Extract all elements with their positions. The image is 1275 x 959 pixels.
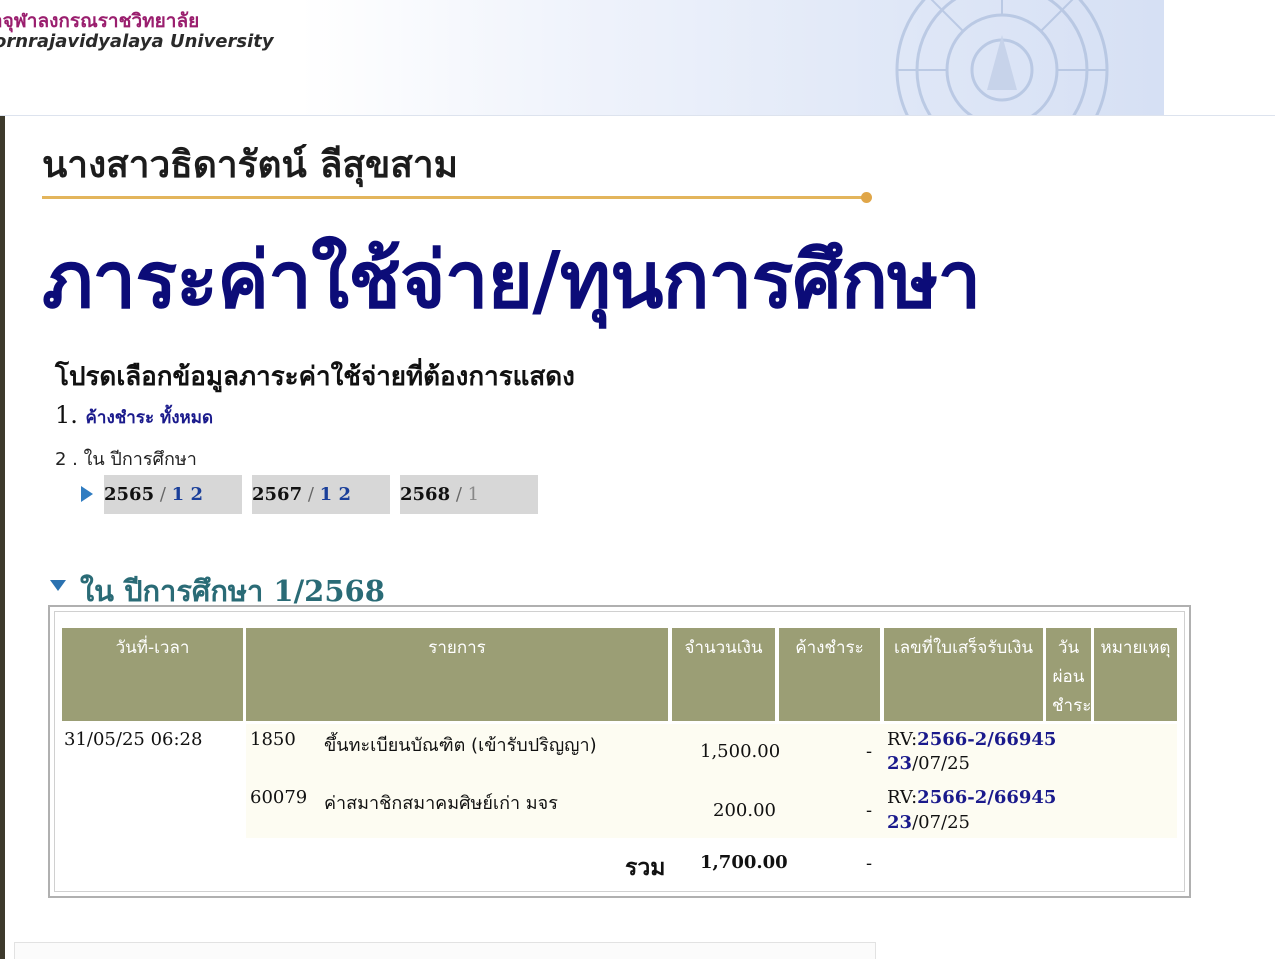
cell-amount: 200.00 [713, 800, 776, 821]
year-tab-2567[interactable]: 2567 / 1 2 [252, 475, 390, 514]
header-receipt: เลขที่ใบเสร็จรับเงิน [884, 628, 1043, 721]
selected-arrow-icon [81, 486, 93, 502]
semester-link-2[interactable]: 2 [338, 484, 351, 505]
cell-outstanding: - [866, 800, 873, 821]
total-outstanding: - [866, 853, 873, 874]
year-label: 2565 [104, 484, 155, 505]
cell-outstanding: - [866, 741, 873, 762]
semester-link-2[interactable]: 2 [190, 484, 203, 505]
cell-description: ขึ้นทะเบียนบัณฑิต (เข้ารับปริญญา) [324, 735, 597, 756]
left-border-dark [0, 116, 5, 959]
year-label: 2567 [252, 484, 303, 505]
total-label: รวม [625, 855, 666, 881]
header-installment: วัน ผ่อน ชำระ [1046, 628, 1091, 721]
bottom-panel-edge [14, 942, 876, 959]
student-name: นางสาวธิดารัตน์ ลีสุขสาม [42, 143, 459, 186]
header-banner: าจุฬาลงกรณราชวิทยาลัย ornrajavidyalaya U… [0, 0, 1275, 116]
total-amount: 1,700.00 [700, 852, 788, 873]
receipt-number-link[interactable]: 2566-2/66945 [917, 787, 1056, 808]
section-term: 1/2568 [273, 574, 385, 608]
cell-receipt-date: 23/07/25 [887, 753, 970, 774]
header-datetime: วันที่-เวลา [62, 628, 243, 721]
receipt-day: 23 [887, 753, 913, 774]
cell-receipt-date: 23/07/25 [887, 812, 970, 833]
receipt-prefix: RV: [887, 787, 918, 808]
year-separator: / [154, 484, 172, 505]
university-seal-icon [895, 0, 1109, 115]
cell-receipt: RV:2566-2/66945 [887, 729, 1056, 750]
semester-link-1[interactable]: 1 [172, 484, 185, 505]
header-item: รายการ [246, 628, 668, 721]
option-number: 1. [55, 401, 78, 429]
divider-line [42, 196, 868, 199]
section-expand-icon[interactable] [50, 580, 66, 591]
cell-receipt: RV:2566-2/66945 [887, 787, 1056, 808]
receipt-day: 23 [887, 812, 913, 833]
receipt-date-rest: /07/25 [912, 753, 970, 774]
page-title: ภาระค่าใช้จ่าย/ทุนการศึกษา [42, 236, 981, 326]
university-name-english: ornrajavidyalaya University [0, 31, 274, 52]
cell-code: 60079 [250, 787, 308, 808]
semester-current: 1 [467, 484, 480, 505]
cell-code: 1850 [250, 729, 296, 750]
year-separator: / [302, 484, 320, 505]
year-tab-2565[interactable]: 2565 / 1 2 [104, 475, 242, 514]
selection-prompt: โปรดเลือกข้อมูลภาระค่าใช้จ่ายที่ต้องการแ… [55, 362, 575, 392]
header-note: หมายเหตุ [1094, 628, 1177, 721]
header-amount: จำนวนเงิน [672, 628, 775, 721]
year-label: 2568 [400, 484, 451, 505]
option-by-year: 2 . ใน ปีการศึกษา [55, 449, 197, 470]
cell-amount: 1,500.00 [700, 741, 781, 762]
section-prefix: ใน ปีการศึกษา [80, 574, 264, 608]
semester-link-1[interactable]: 1 [320, 484, 333, 505]
header-outstanding: ค้างชำระ [779, 628, 880, 721]
receipt-date-rest: /07/25 [912, 812, 970, 833]
year-tab-2568[interactable]: 2568 / 1 [400, 475, 538, 514]
divider-dot [861, 192, 872, 203]
cell-datetime: 31/05/25 06:28 [64, 729, 203, 750]
cell-description: ค่าสมาชิกสมาคมศิษย์เก่า มจร [324, 793, 558, 814]
outstanding-all-link[interactable]: ค้างชำระ ทั้งหมด [86, 408, 213, 428]
year-separator: / [450, 484, 468, 505]
receipt-prefix: RV: [887, 729, 918, 750]
option-outstanding-all: 1. ค้างชำระ ทั้งหมด [55, 401, 213, 431]
receipt-number-link[interactable]: 2566-2/66945 [917, 729, 1056, 750]
banner-right-blank [1164, 0, 1275, 115]
